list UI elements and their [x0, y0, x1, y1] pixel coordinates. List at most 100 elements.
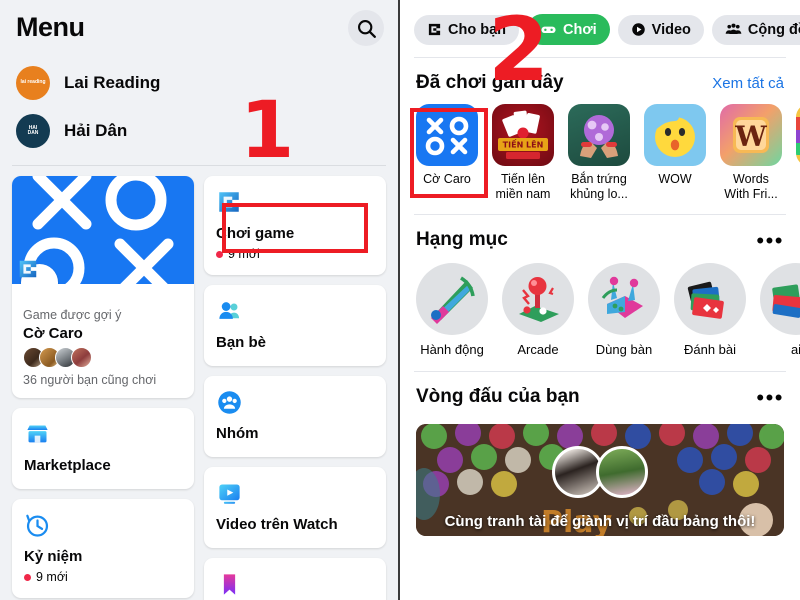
friend-avatars [23, 347, 183, 368]
game-item-label: Yo [796, 172, 800, 187]
watch-video-icon [216, 480, 374, 507]
app-screenshot: Menu lai reading Lai Reading HAI DAN Hải … [0, 0, 800, 600]
tab-label: Cộng đồng [747, 21, 800, 38]
tournament-header: Vòng đấu của bạn ••• [400, 372, 800, 418]
section-title: Hạng mục [416, 229, 508, 250]
tournament-avatars [552, 446, 648, 498]
game-item-tien-len[interactable]: TIẾN LÊN Tiến lên miền nam [492, 104, 554, 202]
more-horizontal-icon[interactable]: ••• [756, 386, 784, 408]
game-card-friend-count: 36 người bạn cũng chơi [23, 373, 157, 387]
clock-history-icon [24, 512, 182, 539]
menu-tile-label: Video trên Watch [216, 516, 338, 533]
profile-row[interactable]: HAI DAN Hải Dân [0, 107, 398, 155]
badge-dot-icon [24, 573, 31, 581]
menu-tile-watch[interactable]: Video trên Watch [204, 467, 386, 548]
avatar [596, 446, 648, 498]
profile-switcher-list: lai reading Lai Reading HAI DAN Hải Dân [0, 55, 398, 163]
menu-tile-badge: 9 mới [24, 570, 182, 584]
profile-row[interactable]: lai reading Lai Reading [0, 59, 398, 107]
avatar: lai reading [16, 66, 50, 100]
tab-community[interactable]: Cộng đồng [711, 14, 800, 45]
category-label: Hành động [420, 342, 484, 357]
tournament-banner[interactable]: Play Cùng tranh tài để giành vị trí đầu … [416, 424, 784, 536]
facebook-gaming-panel: Cho bạn Chơi Video Cộng đ Đã chơi gần đâ… [400, 0, 800, 600]
category-item-partial[interactable]: ai [760, 263, 800, 357]
game-card-subtitle: Game được gợi ý [23, 308, 122, 322]
category-label: Arcade [517, 342, 559, 357]
recent-games-row: Cờ Caro TIẾN LÊN Tiến lên miền nam Bắn t… [400, 104, 800, 202]
game-cover-image [12, 176, 194, 284]
game-card-body: Game được gợi ý Cờ Caro 36 người bạn cũn… [12, 284, 194, 398]
menu-tile-label: Nhóm [216, 425, 259, 442]
menu-tile-play-games[interactable]: Chơi game 9 mới [204, 176, 386, 275]
page-title: Menu [16, 12, 85, 42]
boardgame-icon [588, 263, 660, 335]
gaming-logo-icon [216, 189, 374, 216]
profile-name: Lai Reading [64, 73, 161, 92]
play-circle-icon [631, 23, 645, 36]
categories-header: Hạng mục ••• [400, 215, 800, 261]
menu-tile-label: Kỷ niệm [24, 548, 83, 565]
badge-dot-icon [216, 250, 223, 258]
tab-label: Cho bạn [448, 21, 506, 38]
facebook-menu-panel: Menu lai reading Lai Reading HAI DAN Hải … [0, 0, 400, 600]
cards-partial-icon [760, 263, 800, 335]
playing-cards-icon [674, 263, 746, 335]
words-w-tile-icon: W [720, 104, 782, 166]
bookmark-icon [216, 571, 374, 598]
profile-name: Hải Dân [64, 121, 128, 140]
game-card-title: Cờ Caro [23, 325, 83, 342]
friends-icon [216, 298, 374, 325]
menu-tile-label: Bạn bè [216, 334, 267, 351]
category-label: Đánh bài [683, 342, 737, 357]
tab-label: Video [651, 21, 691, 38]
section-title: Vòng đấu của bạn [416, 386, 580, 407]
svg-text:W: W [734, 120, 767, 153]
game-item-wow[interactable]: WOW [644, 104, 706, 202]
category-item-dung-ban[interactable]: Dùng bàn [588, 263, 660, 357]
more-horizontal-icon[interactable]: ••• [756, 229, 784, 251]
menu-tile-label: Chơi game [216, 225, 295, 242]
tab-video[interactable]: Video [617, 14, 704, 45]
game-item-yo[interactable]: Yo [796, 104, 800, 202]
section-title: Đã chơi gần đây [416, 72, 564, 93]
menu-tile-memories[interactable]: Kỷ niệm 9 mới [12, 499, 194, 598]
search-icon [357, 19, 376, 38]
badge-text: 9 mới [36, 570, 68, 584]
category-item-hanh-dong[interactable]: Hành động [416, 263, 488, 357]
game-item-label: Tiến lên miền nam [495, 172, 551, 201]
game-item-ban-trung[interactable]: Bắn trứng khủng lo... [568, 104, 630, 202]
gaming-logo-icon [428, 23, 441, 36]
recent-games-header: Đã chơi gần đây Xem tất cả [400, 58, 800, 104]
category-item-arcade[interactable]: Arcade [502, 263, 574, 357]
tab-for-you[interactable]: Cho bạn [414, 14, 519, 45]
tictactoe-blue-icon [416, 104, 478, 166]
game-item-label: Cờ Caro [423, 172, 471, 186]
avatar: HAI DAN [16, 114, 50, 148]
gaming-tabs: Cho bạn Chơi Video Cộng đ [400, 0, 800, 57]
avatar [71, 347, 92, 368]
game-item-label: Bắn trứng khủng lo... [570, 172, 628, 201]
menu-tile-badge: 9 mới [216, 247, 374, 261]
marketplace-icon [24, 421, 182, 448]
suggested-game-card[interactable]: Game được gợi ý Cờ Caro 36 người bạn cũn… [12, 176, 194, 398]
see-all-link[interactable]: Xem tất cả [712, 75, 784, 92]
game-item-words-with-friends[interactable]: W Words With Fri... [720, 104, 782, 202]
color-stripes-icon [796, 104, 800, 166]
menu-tile-label: Marketplace [24, 457, 111, 474]
menu-tile-friends[interactable]: Bạn bè [204, 285, 386, 366]
game-item-label: WOW [658, 172, 692, 186]
category-item-danh-bai[interactable]: Đánh bài [674, 263, 746, 357]
menu-tile-groups[interactable]: Nhóm [204, 376, 386, 457]
category-label: Dùng bàn [595, 342, 653, 357]
menu-tile-saved[interactable]: Đã lưu [204, 558, 386, 600]
tab-play[interactable]: Chơi [527, 14, 610, 45]
game-item-label: Words With Fri... [724, 172, 778, 201]
dino-egg-green-icon [568, 104, 630, 166]
search-button[interactable] [348, 10, 384, 46]
tiles-column-left: Game được gợi ý Cờ Caro 36 người bạn cũn… [12, 176, 194, 600]
badge-text: 9 mới [228, 247, 260, 261]
categories-row: Hành động Arcade Dùng bàn Đánh bài ai [400, 261, 800, 357]
game-item-co-caro[interactable]: Cờ Caro [416, 104, 478, 202]
menu-tile-marketplace[interactable]: Marketplace [12, 408, 194, 489]
